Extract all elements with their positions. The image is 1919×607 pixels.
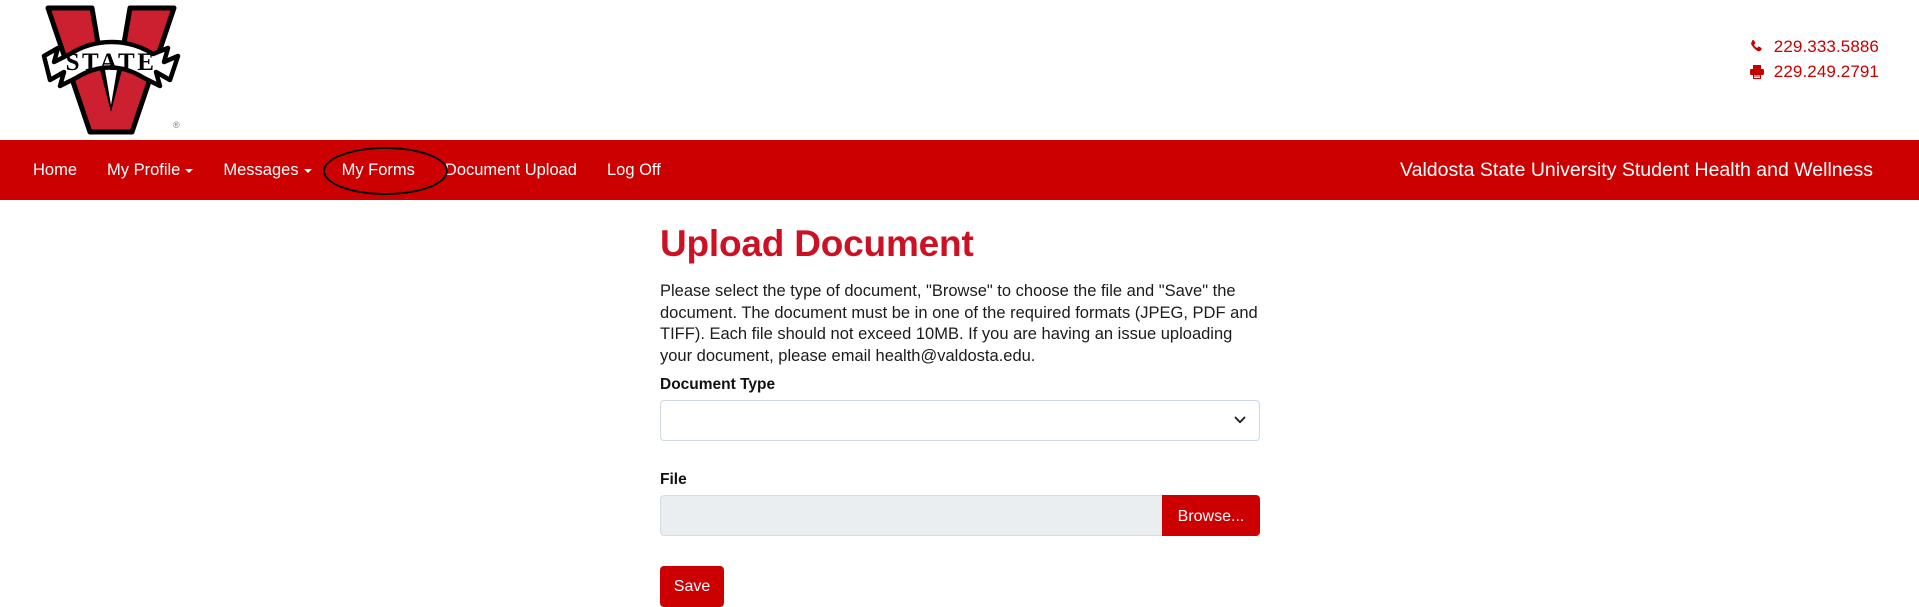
nav-item-home-label: Home — [33, 161, 78, 179]
logo-trademark-icon: ® — [173, 120, 180, 130]
nav-item-log-off-label: Log Off — [606, 161, 661, 179]
site-brand-text: Valdosta State University Student Health… — [1400, 159, 1873, 181]
upload-form-panel: Upload Document Please select the type o… — [660, 222, 1260, 607]
nav-item-my-forms[interactable]: My Forms — [327, 140, 430, 200]
nav-item-document-upload[interactable]: Document Upload — [430, 140, 592, 200]
page-header: STATE ® 229.333.5886 229.249.2791 — [0, 0, 1919, 140]
phone-number: 229.333.5886 — [1773, 37, 1879, 56]
form-spacer — [660, 441, 1260, 471]
contact-info: 229.333.5886 229.249.2791 — [1749, 34, 1879, 84]
logo-banner-text: STATE — [66, 49, 157, 76]
instructions-text: Please select the type of document, "Bro… — [660, 282, 1258, 365]
main-content: Upload Document Please select the type o… — [0, 200, 1919, 607]
valdosta-state-v-logo: STATE ® — [40, 0, 182, 135]
main-navigation: Home My Profile Messages My Forms Docume… — [0, 140, 1919, 200]
nav-item-document-upload-label: Document Upload — [444, 161, 577, 179]
phone-icon — [1749, 39, 1765, 55]
chevron-down-icon — [185, 169, 194, 173]
nav-item-my-profile[interactable]: My Profile — [92, 140, 208, 200]
page-title: Upload Document — [660, 223, 974, 264]
nav-items: Home My Profile Messages My Forms Docume… — [18, 140, 676, 200]
save-button[interactable]: Save — [660, 566, 724, 607]
phone-line: 229.333.5886 — [1749, 34, 1879, 59]
nav-item-my-profile-label: My Profile — [107, 161, 181, 179]
fax-line: 229.249.2791 — [1749, 59, 1879, 84]
nav-item-my-forms-label: My Forms — [341, 161, 415, 179]
document-type-select[interactable] — [660, 400, 1260, 441]
file-upload-row: Browse... — [660, 495, 1260, 536]
nav-item-messages[interactable]: Messages — [208, 140, 326, 200]
chevron-down-icon — [303, 169, 312, 173]
fax-icon — [1749, 64, 1765, 80]
nav-item-home[interactable]: Home — [18, 140, 92, 200]
chevron-down-icon — [1234, 414, 1246, 426]
file-path-input[interactable] — [660, 495, 1162, 536]
fax-number: 229.249.2791 — [1773, 62, 1879, 81]
file-label: File — [660, 471, 687, 488]
nav-item-messages-label: Messages — [223, 161, 299, 179]
document-type-label: Document Type — [660, 376, 776, 393]
nav-item-log-off[interactable]: Log Off — [592, 140, 676, 200]
browse-button[interactable]: Browse... — [1162, 495, 1260, 536]
